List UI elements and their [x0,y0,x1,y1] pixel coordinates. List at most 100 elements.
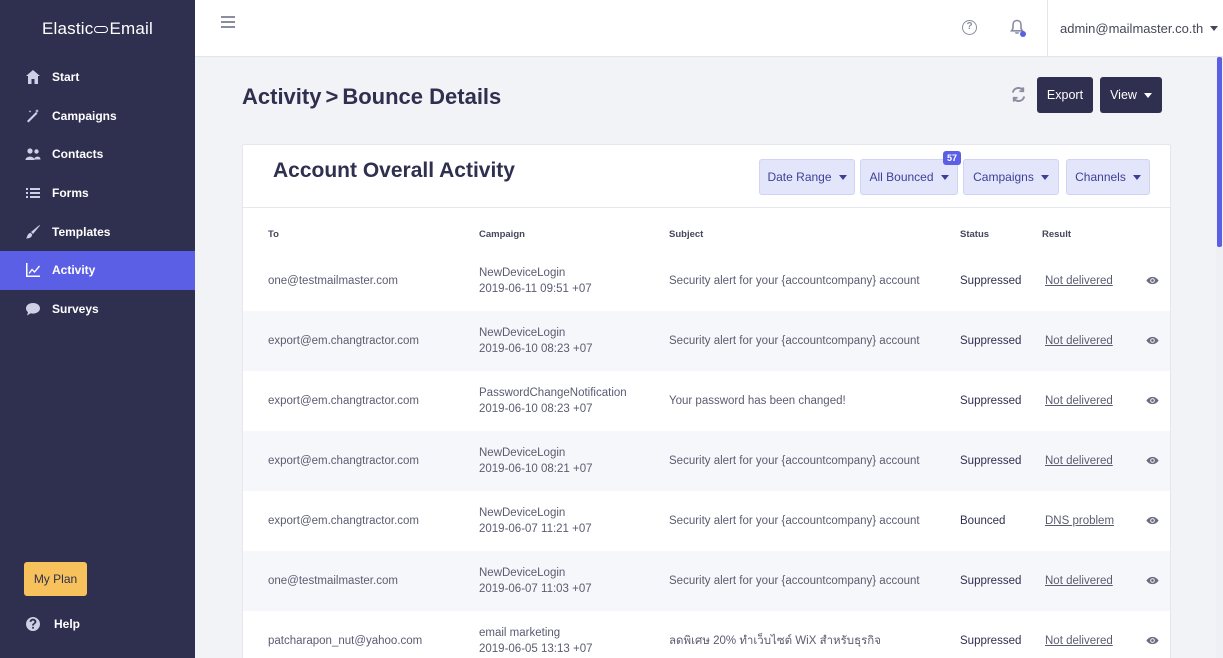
menu-toggle-icon[interactable] [221,16,235,30]
brand-logo[interactable]: Elastic Email [0,0,195,58]
campaign-date: 2019-06-07 11:03 +07 [479,583,592,595]
filter-label: Date Range [767,170,832,184]
result-link[interactable]: Not delivered [1045,275,1113,287]
campaign-name: NewDeviceLogin [479,327,566,339]
sidebar-item-surveys[interactable]: Surveys [0,290,195,329]
result-link[interactable]: DNS problem [1045,515,1114,527]
eye-icon[interactable] [1146,574,1160,588]
sidebar-item-label: Templates [52,224,111,239]
column-header-to[interactable]: To [268,229,279,240]
sidebar-item-campaigns[interactable]: Campaigns [0,97,195,136]
sidebar-item-label: Contacts [52,147,104,162]
result-link[interactable]: Not delivered [1045,455,1113,467]
chat-bubble-icon [24,300,42,318]
result-cell: Not delivered [1045,431,1113,491]
eye-icon[interactable] [1146,514,1160,528]
subject: Security alert for your {accountcompany}… [669,275,920,287]
user-menu[interactable]: admin@mailmaster.co.th [1047,0,1223,57]
sidebar-item-start[interactable]: Start [0,58,195,97]
chevron-down-icon [1040,174,1049,180]
column-header-result[interactable]: Result [1042,229,1071,240]
recipient-email: export@em.changtractor.com [268,335,420,347]
sidebar-item-label: Surveys [52,301,99,316]
campaign-name: PasswordChangeNotification [479,387,627,399]
eye-icon[interactable] [1146,274,1160,288]
brush-icon [24,223,42,241]
subject: Security alert for your {accountcompany}… [669,575,920,587]
campaign-name: NewDeviceLogin [479,567,566,579]
campaign-cell: NewDeviceLogin 2019-06-10 08:23 +07 [479,325,593,357]
campaign-cell: NewDeviceLogin 2019-06-10 08:21 +07 [479,445,593,477]
status: Suppressed [960,455,1022,467]
sidebar-item-help[interactable]: Help [24,615,80,633]
column-header-status[interactable]: Status [960,229,989,240]
eye-icon[interactable] [1146,454,1160,468]
help-icon[interactable]: ? [962,20,977,35]
sidebar-item-activity[interactable]: Activity [0,250,195,290]
users-icon [24,145,42,163]
table-row[interactable]: patcharapon_nut@yahoo.com email marketin… [243,611,1170,658]
result-cell: Not delivered [1045,551,1113,611]
campaign-cell: email marketing 2019-06-05 13:13 +07 [479,625,593,657]
result-cell: Not delivered [1045,251,1113,311]
table-row[interactable]: one@testmailmaster.com NewDeviceLogin 201… [243,551,1170,611]
column-header-campaign[interactable]: Campaign [479,229,525,240]
result-cell: Not delivered [1045,611,1113,658]
result-link[interactable]: Not delivered [1045,335,1113,347]
channels-filter[interactable]: Channels [1066,159,1150,195]
campaign-date: 2019-06-10 08:23 +07 [479,403,593,415]
subject: Security alert for your {accountcompany}… [669,515,920,527]
chevron-down-icon [940,174,949,180]
refresh-icon[interactable] [1010,86,1028,104]
result-link[interactable]: Not delivered [1045,395,1113,407]
brand-right: Email [109,19,153,38]
filter-label: Channels [1075,170,1126,184]
filter-label: Campaigns [973,170,1034,184]
table-row[interactable]: one@testmailmaster.com NewDeviceLogin 201… [243,251,1170,311]
page-title: Activity > Bounce Details [242,84,501,110]
breadcrumb-parent[interactable]: Activity [242,84,321,109]
brand-left: Elastic [42,19,94,38]
filter-label: All Bounced [869,170,934,184]
sidebar-item-contacts[interactable]: Contacts [0,135,195,174]
my-plan-button[interactable]: My Plan [24,562,87,596]
result-cell: DNS problem [1045,491,1114,551]
campaign-cell: NewDeviceLogin 2019-06-11 09:51 +07 [479,265,592,297]
export-button[interactable]: Export [1037,77,1093,113]
sidebar-item-label: Activity [52,263,96,278]
bounced-count-badge: 57 [943,151,961,165]
sidebar-item-forms[interactable]: Forms [0,174,195,213]
table-row[interactable]: export@em.changtractor.com NewDeviceLogi… [243,431,1170,491]
result-link[interactable]: Not delivered [1045,635,1113,647]
sidebar-item-templates[interactable]: Templates [0,212,195,251]
campaign-cell: NewDeviceLogin 2019-06-07 11:21 +07 [479,505,592,537]
result-link[interactable]: Not delivered [1045,575,1113,587]
date-range-filter[interactable]: Date Range [759,159,855,195]
eye-icon[interactable] [1146,634,1160,648]
list-icon [24,184,42,202]
question-circle-icon [24,615,42,633]
recipient-email: export@em.changtractor.com [268,455,420,467]
eye-icon[interactable] [1146,334,1160,348]
brand-link-icon [94,25,109,33]
campaigns-filter[interactable]: Campaigns [963,159,1059,195]
subject: ลดพิเศษ 20% ทำเว็บไซต์ WiX สำหรับธุรกิจ [669,635,881,647]
status: Bounced [960,515,1006,527]
subject: Your password has been changed! [669,395,846,407]
campaign-date: 2019-06-10 08:23 +07 [479,343,593,355]
view-button-label: View [1110,88,1137,102]
notifications-bell-icon[interactable] [1010,19,1026,37]
campaign-date: 2019-06-05 13:13 +07 [479,643,593,655]
table-row[interactable]: export@em.changtractor.com PasswordChang… [243,371,1170,431]
view-button[interactable]: View [1100,77,1162,113]
status: Suppressed [960,335,1022,347]
top-bar: ? admin@mailmaster.co.th [195,0,1223,57]
campaign-date: 2019-06-07 11:21 +07 [479,523,592,535]
table-row[interactable]: export@em.changtractor.com NewDeviceLogi… [243,491,1170,551]
table-row[interactable]: export@em.changtractor.com NewDeviceLogi… [243,311,1170,371]
column-header-subject[interactable]: Subject [669,229,703,240]
scrollbar-thumb[interactable] [1217,57,1222,247]
campaign-name: NewDeviceLogin [479,267,566,279]
campaign-name: email marketing [479,627,561,639]
eye-icon[interactable] [1146,394,1160,408]
